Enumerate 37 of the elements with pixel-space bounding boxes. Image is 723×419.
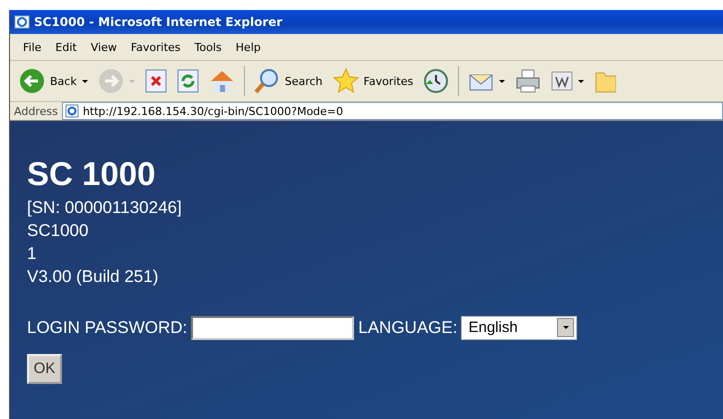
info-line: SC1000 [27,220,90,242]
document-icon [551,70,574,92]
refresh-icon [176,69,199,93]
browser-icon [14,14,30,30]
menu-item[interactable]: Edit [48,40,84,54]
caret-icon [562,326,569,330]
menu-item[interactable]: Help [228,40,268,54]
menu-item[interactable]: File [16,40,48,54]
toolbar-button[interactable]: Back [16,66,91,96]
menu-item[interactable]: Tools [188,40,229,54]
address-label: Address [14,104,58,118]
star-icon [332,68,359,94]
address-field[interactable]: http://192.168.154.30/cgi-bin/SC1000?Mode=0 [62,102,723,120]
menu-item[interactable]: Favorites [124,40,188,54]
menu-item[interactable]: View [84,40,124,54]
page-icon [64,104,79,118]
password-label: LOGIN PASSWORD: [27,318,188,338]
ok-button[interactable]: OK [27,354,62,384]
printer-icon [515,68,542,94]
stop-icon [144,69,167,93]
password-field[interactable] [191,316,354,340]
window-title: SC1000 - Microsoft Internet Explorer [34,15,282,29]
caret-icon [499,80,506,82]
info-line: V3.00 (Build 251) [27,266,160,288]
language-select[interactable]: English [461,316,578,340]
page-heading: SC 1000 [27,157,156,192]
search-icon [254,68,280,94]
info-line: [SN: 000001130246] [27,196,183,219]
caret-icon [82,80,88,82]
language-label: LANGUAGE: [358,318,458,338]
caret-icon [578,80,584,82]
toolbar-button[interactable]: Search [250,66,326,96]
toolbar-button[interactable]: Favorites [330,66,416,96]
caret-icon [128,80,135,82]
info-line: 1 [27,242,38,265]
history-icon [423,68,450,94]
home-icon [208,68,235,94]
